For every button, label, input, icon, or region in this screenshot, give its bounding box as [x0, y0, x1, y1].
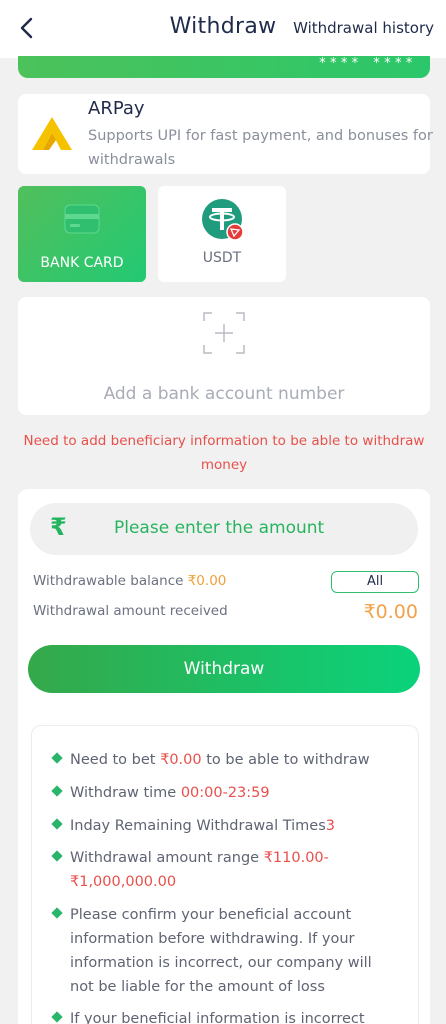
- add-bank-account-card[interactable]: Add a bank account number: [18, 297, 430, 415]
- arpay-payment-option[interactable]: ARPay Supports UPI for fast payment, and…: [18, 94, 433, 174]
- amount-received-value: ₹0.00: [363, 601, 418, 623]
- rule-item: Please confirm your beneficial account i…: [51, 903, 398, 999]
- arpay-logo-icon: [30, 114, 74, 154]
- rule-item: Withdraw time 00:00-23:59: [51, 781, 398, 805]
- amount-received-label: Withdrawal amount received: [33, 603, 228, 619]
- rule-item: If your beneficial information is incorr…: [51, 1007, 398, 1024]
- method-usdt-label: USDT: [202, 250, 242, 266]
- method-usdt[interactable]: USDT: [158, 186, 286, 282]
- add-bank-account-label: Add a bank account number: [103, 384, 345, 404]
- header-bar: Withdraw Withdrawal history: [0, 0, 446, 58]
- method-bank-card[interactable]: BANK CARD: [18, 186, 146, 282]
- rule-item: Withdrawal amount range ₹110.00-₹1,000,0…: [51, 846, 398, 894]
- masked-card-number: **** ****: [318, 56, 416, 71]
- withdrawable-balance-label: Withdrawable balance: [33, 573, 188, 589]
- withdrawable-balance-row: Withdrawable balance ₹0.00: [33, 573, 226, 589]
- add-plus-icon: [203, 312, 245, 354]
- rupee-icon: ₹: [50, 513, 67, 541]
- withdraw-button[interactable]: Withdraw: [28, 645, 420, 693]
- bank-card-preview: **** ****: [18, 56, 430, 78]
- arpay-name: ARPay: [88, 98, 145, 119]
- beneficiary-warning: Need to add beneficiary information to b…: [23, 433, 425, 473]
- all-amount-button[interactable]: All: [331, 571, 419, 593]
- amount-panel: ₹ Please enter the amount Withdrawable b…: [18, 489, 430, 1024]
- withdrawal-history-link[interactable]: Withdrawal history: [293, 19, 434, 37]
- amount-placeholder: Please enter the amount: [114, 518, 325, 538]
- withdrawable-balance-value: ₹0.00: [187, 573, 227, 589]
- bank-card-icon: [64, 204, 100, 234]
- method-bank-card-label: BANK CARD: [40, 255, 124, 271]
- rule-item: Need to bet ₹0.00 to be able to withdraw: [51, 748, 398, 772]
- usdt-icon: [201, 198, 245, 242]
- rule-item: Inday Remaining Withdrawal Times3: [51, 814, 398, 838]
- amount-input[interactable]: ₹ Please enter the amount: [30, 503, 418, 555]
- arpay-description: Supports UPI for fast payment, and bonus…: [88, 128, 433, 168]
